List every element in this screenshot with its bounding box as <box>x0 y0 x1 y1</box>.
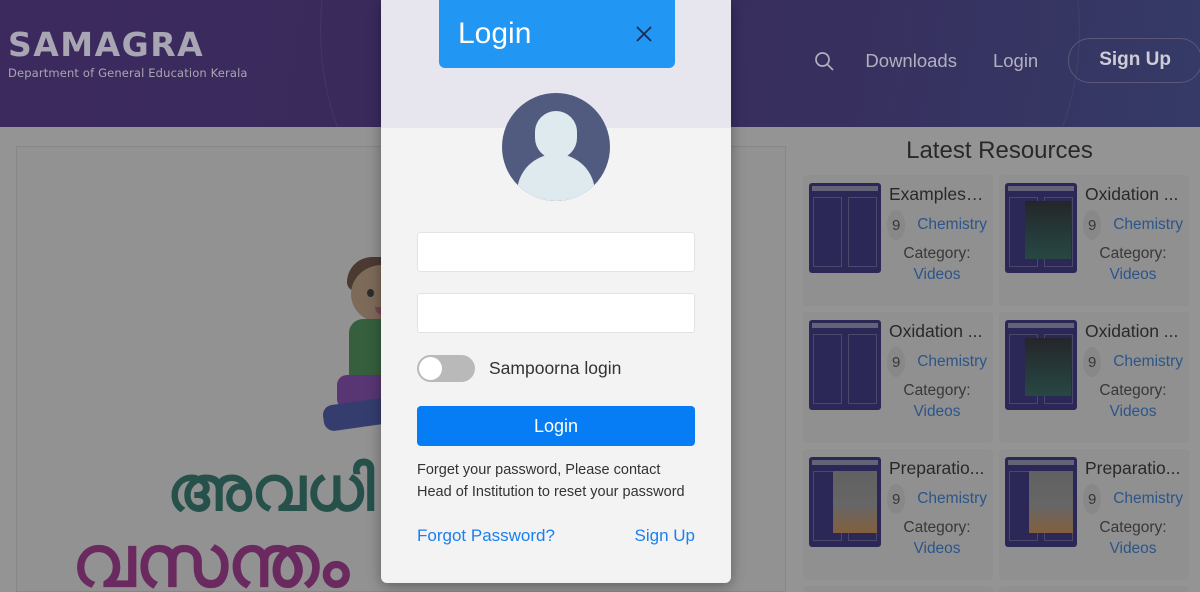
page-root: SAMAGRA Department of General Education … <box>0 0 1200 592</box>
nav-item-login[interactable]: Login <box>975 50 1056 72</box>
signup-link[interactable]: Sign Up <box>635 526 695 546</box>
login-submit-button[interactable]: Login <box>417 406 695 446</box>
login-modal-title: Login <box>458 17 532 50</box>
login-modal: Login Sampoorna login Login Forget your … <box>381 0 731 583</box>
main-navigation: Downloads Login Sign Up <box>801 38 1200 83</box>
password-help-line-1: Forget your password, Please contact <box>417 462 661 478</box>
password-input[interactable] <box>417 293 695 333</box>
close-icon[interactable] <box>633 23 655 45</box>
site-logo[interactable]: SAMAGRA Department of General Education … <box>8 28 248 80</box>
search-icon[interactable] <box>801 42 847 80</box>
toggle-knob <box>419 357 442 380</box>
user-avatar-icon <box>502 93 610 201</box>
avatar-head <box>535 111 577 159</box>
avatar-body <box>517 154 595 201</box>
modal-footer-links: Forgot Password? Sign Up <box>417 526 695 546</box>
logo-subtitle: Department of General Education Kerala <box>8 66 248 80</box>
password-help-line-2: Head of Institution to reset your passwo… <box>417 484 685 501</box>
login-modal-header: Login <box>439 0 675 68</box>
sampoorna-login-toggle[interactable] <box>417 355 475 382</box>
forgot-password-link[interactable]: Forgot Password? <box>417 526 555 546</box>
username-input[interactable] <box>417 232 695 272</box>
nav-item-downloads[interactable]: Downloads <box>847 50 975 72</box>
nav-signup-button[interactable]: Sign Up <box>1068 38 1200 83</box>
password-help-text: Forget your password, Please contact Hea… <box>417 459 695 504</box>
logo-wordmark: SAMAGRA <box>8 25 205 64</box>
login-form: Sampoorna login Login Forget your passwo… <box>417 232 695 546</box>
sampoorna-login-label: Sampoorna login <box>489 358 622 378</box>
sampoorna-login-row: Sampoorna login <box>417 355 695 382</box>
